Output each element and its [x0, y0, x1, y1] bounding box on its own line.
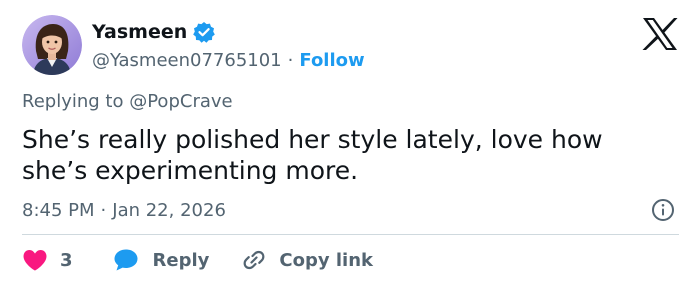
- tweet-time[interactable]: 8:45 PM: [22, 200, 95, 221]
- x-logo-icon[interactable]: [641, 17, 679, 51]
- link-icon: [241, 247, 267, 273]
- author-handle-row: @Yasmeen07765101 · Follow: [92, 47, 365, 73]
- like-count: 3: [60, 249, 73, 271]
- heart-icon: [22, 248, 48, 272]
- action-bar: 3 Reply Copy link: [22, 246, 373, 274]
- like-button[interactable]: 3: [22, 248, 73, 272]
- reply-context-prefix: Replying to: [22, 91, 124, 112]
- handle-separator: ·: [287, 49, 294, 71]
- divider: [22, 234, 679, 235]
- reply-label: Reply: [152, 249, 210, 271]
- tweet-text: She’s really polished her style lately, …: [22, 125, 603, 185]
- author-name-row: Yasmeen: [92, 18, 216, 46]
- tweet-meta: 8:45 PM · Jan 22, 2026: [22, 197, 226, 223]
- author-handle[interactable]: @Yasmeen07765101: [92, 50, 282, 71]
- reply-button[interactable]: Reply: [113, 248, 210, 272]
- copy-link-label: Copy link: [279, 249, 373, 271]
- avatar[interactable]: [22, 15, 82, 75]
- reply-context: Replying to @PopCrave: [22, 91, 233, 112]
- info-icon[interactable]: [651, 198, 675, 222]
- tweet-card: Yasmeen @Yasmeen07765101 · Follow Replyi…: [0, 0, 700, 287]
- meta-separator: ·: [100, 199, 107, 221]
- verified-badge-icon: [193, 21, 216, 43]
- tweet-date[interactable]: Jan 22, 2026: [112, 200, 226, 221]
- copy-link-button[interactable]: Copy link: [241, 247, 373, 273]
- author-display-name[interactable]: Yasmeen: [92, 21, 187, 43]
- follow-button[interactable]: Follow: [299, 50, 364, 71]
- reply-mention-link[interactable]: @PopCrave: [129, 91, 232, 112]
- reply-bubble-icon: [113, 248, 139, 272]
